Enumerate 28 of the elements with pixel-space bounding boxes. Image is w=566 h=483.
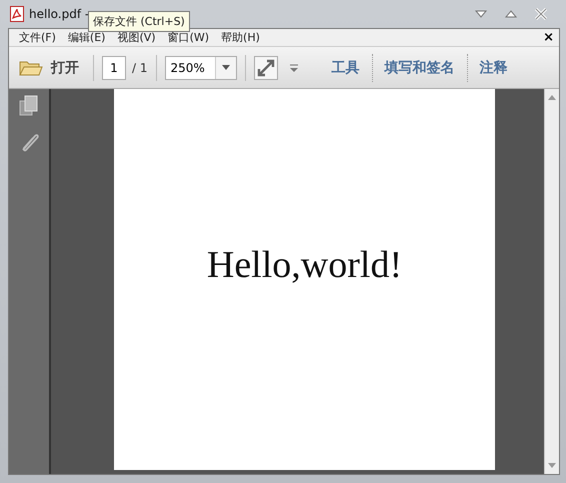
menu-item[interactable]: 帮助(H) (215, 30, 266, 45)
fit-page-button[interactable] (254, 56, 278, 80)
folder-icon (19, 58, 43, 76)
menu-item[interactable]: 视图(V) (111, 30, 162, 45)
caret-icon (222, 65, 230, 70)
page-number-field[interactable]: 1 (102, 56, 126, 80)
toolbar-link[interactable]: 填写和签名 (378, 58, 460, 76)
menu-item[interactable]: 窗口(W) (162, 30, 216, 45)
scroll-down-icon[interactable] (548, 463, 556, 468)
pdf-icon (10, 6, 24, 22)
close-document-button[interactable]: × (543, 30, 559, 45)
expand-arrows-icon (256, 58, 274, 76)
document-text: Hello,world! (206, 242, 402, 286)
menu-item[interactable]: 编辑(E) (62, 30, 112, 45)
toolbar-link[interactable]: 注释 (474, 58, 514, 76)
vertical-scrollbar[interactable] (544, 89, 559, 474)
pages-icon[interactable] (19, 95, 39, 117)
page-total: / 1 (132, 60, 148, 74)
maximize-icon[interactable] (504, 9, 518, 19)
zoom-dropdown[interactable]: 250% (164, 56, 236, 80)
toolbar-link[interactable]: 工具 (326, 58, 366, 76)
minimize-icon[interactable] (474, 9, 488, 19)
menu-item[interactable]: 文件(F) (13, 30, 62, 45)
scroll-up-icon[interactable] (548, 95, 556, 100)
open-button[interactable]: 打开 (17, 58, 85, 76)
tooltip: 保存文件 (Ctrl+S) (88, 11, 190, 32)
close-icon[interactable] (534, 8, 548, 20)
more-options-icon[interactable] (290, 64, 298, 72)
